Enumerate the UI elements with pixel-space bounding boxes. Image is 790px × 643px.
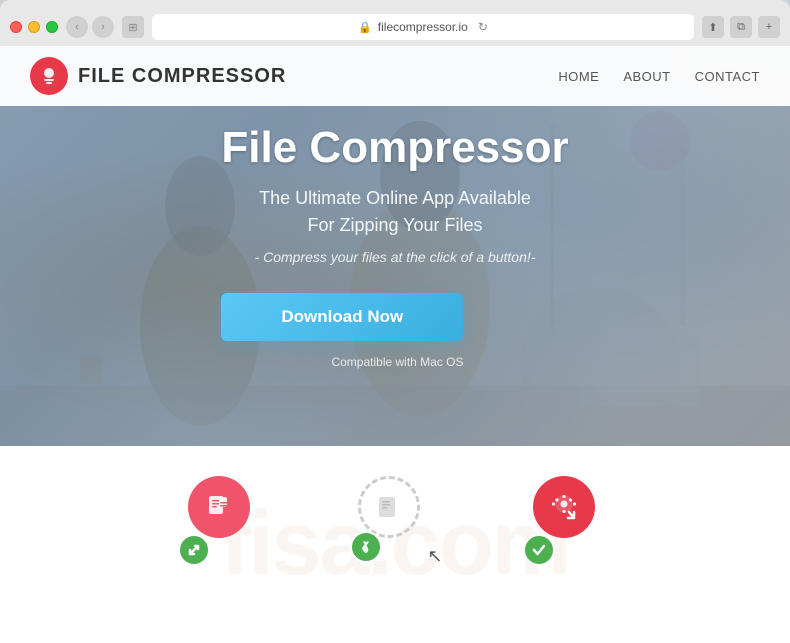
hero-content: File Compressor The Ultimate Online App …	[221, 123, 568, 369]
download-main-icon	[533, 476, 595, 538]
traffic-lights	[10, 21, 58, 33]
minimize-button[interactable]	[28, 21, 40, 33]
browser-chrome: ‹ › ⊞ 🔒 filecompressor.io ↻ ⬆ ⧉ +	[0, 0, 790, 46]
hero-title: File Compressor	[221, 123, 568, 173]
features-section: fisa.com	[0, 446, 790, 643]
share-button[interactable]: ⬆	[702, 16, 724, 38]
feature-dragdrop: ↖	[348, 476, 443, 571]
nav-links: HOME ABOUT CONTACT	[558, 69, 760, 84]
close-button[interactable]	[10, 21, 22, 33]
feature-icon-group-3	[523, 476, 613, 566]
webpage: FILE COMPRESSOR HOME ABOUT CONTACT	[0, 46, 790, 643]
hero-subtitle: The Ultimate Online App Available For Zi…	[221, 185, 568, 239]
brand-logo	[30, 57, 68, 95]
cursor-icon: ↖	[427, 546, 442, 567]
dragdrop-main-icon	[358, 476, 420, 538]
new-tab-button[interactable]: ⧉	[730, 16, 752, 38]
compress-badge-icon	[178, 534, 210, 566]
refresh-icon: ↻	[478, 20, 488, 34]
forward-button[interactable]: ›	[92, 16, 114, 38]
nav-link-about[interactable]: ABOUT	[623, 69, 670, 84]
fullscreen-button[interactable]	[46, 21, 58, 33]
navbar: FILE COMPRESSOR HOME ABOUT CONTACT	[0, 46, 790, 106]
nav-link-contact[interactable]: CONTACT	[695, 69, 760, 84]
nav-buttons: ‹ ›	[66, 16, 114, 38]
back-button[interactable]: ‹	[66, 16, 88, 38]
url-text: filecompressor.io	[378, 20, 468, 34]
compress-main-icon	[188, 476, 250, 538]
download-now-button[interactable]: Download Now	[221, 293, 463, 341]
tab-grid-button[interactable]: ⊞	[122, 16, 144, 38]
browser-actions: ⬆ ⧉ +	[702, 16, 780, 38]
lock-icon: 🔒	[358, 21, 372, 34]
address-bar[interactable]: 🔒 filecompressor.io ↻	[152, 14, 694, 40]
hero-tagline: - Compress your files at the click of a …	[221, 249, 568, 265]
feature-icon-group-1	[178, 476, 268, 566]
brand: FILE COMPRESSOR	[30, 57, 286, 95]
dragdrop-badge-icon	[350, 531, 382, 563]
download-badge-icon	[523, 534, 555, 566]
feature-icon-group-2: ↖	[348, 476, 443, 571]
brand-name: FILE COMPRESSOR	[78, 65, 286, 88]
feature-compress	[178, 476, 268, 566]
hero-section: File Compressor The Ultimate Online App …	[0, 46, 790, 446]
compatible-text: Compatible with Mac OS	[221, 355, 568, 369]
expand-button[interactable]: +	[758, 16, 780, 38]
feature-download	[523, 476, 613, 566]
nav-link-home[interactable]: HOME	[558, 69, 599, 84]
